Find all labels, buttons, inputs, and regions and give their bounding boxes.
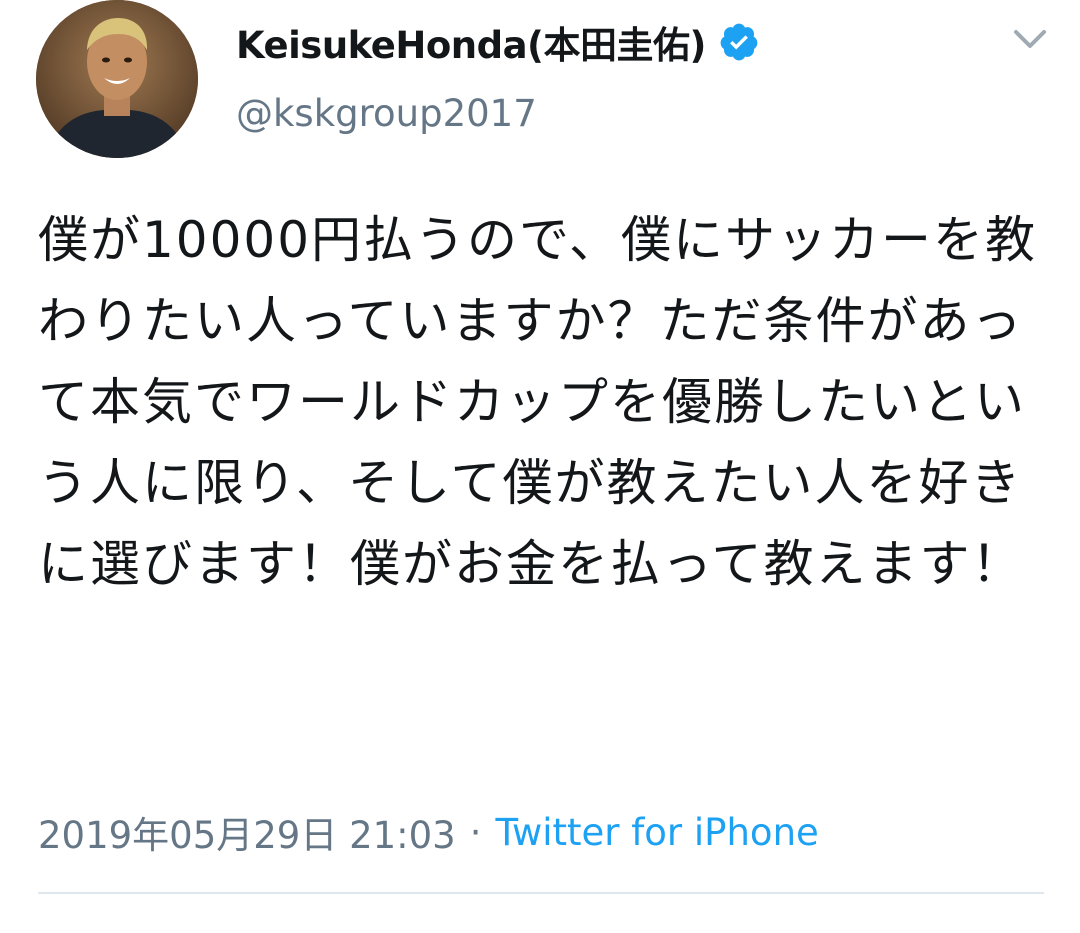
tweet-card: KeisukeHonda(本田圭佑) @kskgroup2017 僕が10000… <box>0 0 1080 933</box>
display-name[interactable]: KeisukeHonda(本田圭佑) <box>236 15 706 69</box>
avatar[interactable] <box>36 0 198 158</box>
user-handle[interactable]: @kskgroup2017 <box>236 92 537 135</box>
divider <box>38 892 1044 894</box>
tweet-meta: 2019年05月29日 21:03 · Twitter for iPhone <box>38 805 819 859</box>
tweet-text: 僕が10000円払うので、僕にサッカーを教わりたい人っていますか？ただ条件があっ… <box>38 211 1038 593</box>
verified-badge-icon <box>718 21 760 63</box>
tweet-source-link[interactable]: Twitter for iPhone <box>495 811 818 854</box>
meta-separator: · <box>469 810 482 854</box>
tweet-timestamp[interactable]: 2019年05月29日 21:03 <box>38 805 456 859</box>
chevron-down-icon[interactable] <box>1012 26 1048 52</box>
author-name-row[interactable]: KeisukeHonda(本田圭佑) <box>236 14 760 70</box>
avatar-photo <box>36 0 198 158</box>
